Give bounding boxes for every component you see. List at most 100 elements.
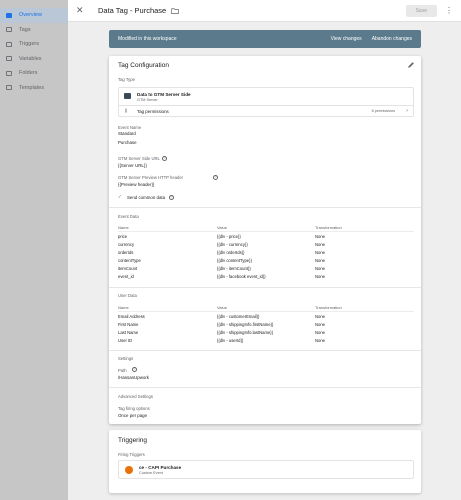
cell-name: currency <box>118 242 135 247</box>
card-title: Tag Configuration <box>118 62 169 69</box>
triggering-card[interactable]: Triggering Firing Triggers ce - CAPI Pur… <box>109 430 421 493</box>
user-data-label: User Data <box>118 293 137 298</box>
sidebar-item-label: Tags <box>19 26 31 33</box>
sidebar-item-triggers[interactable]: Triggers <box>0 37 68 52</box>
cell-transformation: None <box>315 250 326 255</box>
event-name-mode: Standard <box>118 131 136 136</box>
path-label: Path <box>118 368 127 373</box>
divider <box>109 207 421 208</box>
variable-icon <box>6 56 12 62</box>
column-header-value: Value <box>217 305 227 310</box>
cell-name: Last Name <box>118 330 139 335</box>
help-icon[interactable]: ? <box>132 367 137 372</box>
divider <box>109 387 421 388</box>
trigger-item[interactable]: ce - CAPI Purchase Custom Event <box>118 460 414 479</box>
firing-triggers-label: Firing Triggers <box>118 452 145 457</box>
cell-transformation: None <box>315 322 326 327</box>
cell-value: {{dlv - price}} <box>217 234 241 239</box>
cell-transformation: None <box>315 274 326 279</box>
cell-transformation: None <box>315 266 326 271</box>
server-url-value: {{Server URL}} <box>118 163 147 168</box>
trigger-name: ce - CAPI Purchase <box>139 465 182 470</box>
template-icon <box>6 85 12 91</box>
divider <box>109 287 421 288</box>
help-icon[interactable]: ? <box>213 175 218 180</box>
abandon-changes-button[interactable]: Abandon changes <box>372 36 412 42</box>
sidebar-item-label: Folders <box>19 70 38 77</box>
tag-permissions-row[interactable]: ⚷ Tag permissions 6 permissions › <box>119 105 413 116</box>
preview-header-value: {{Preview header}} <box>118 182 155 187</box>
cell-transformation: None <box>315 338 326 343</box>
cell-value: {{dlv - itemCount}} <box>217 266 251 271</box>
divider <box>118 311 414 312</box>
cell-value: {{dlv - shippingInfo.lastName}} <box>217 330 274 335</box>
server-icon <box>124 93 131 99</box>
tag-icon <box>6 27 12 33</box>
close-icon[interactable]: ✕ <box>76 5 88 16</box>
folder-icon <box>6 70 12 76</box>
more-vert-icon[interactable]: ⋮ <box>445 6 453 15</box>
cell-value: {{dlv orderIds}} <box>217 250 245 255</box>
cell-name: Email Address <box>118 314 145 319</box>
cell-transformation: None <box>315 314 326 319</box>
sidebar-item-templates[interactable]: Templates <box>0 81 68 96</box>
cell-name: User ID <box>118 338 133 343</box>
column-header-transformation: Transformation <box>315 225 342 230</box>
cell-value: {{dlv contentType}} <box>217 258 252 263</box>
tag-configuration-card[interactable]: Tag Configuration Tag Type Data to GTM S… <box>109 56 421 424</box>
divider <box>118 231 414 232</box>
permissions-label: Tag permissions <box>137 109 169 114</box>
cell-transformation: None <box>315 242 326 247</box>
sidebar-item-label: Overview <box>19 12 42 19</box>
divider <box>109 350 421 351</box>
sidebar-item-variables[interactable]: Variables <box>0 52 68 67</box>
firing-options-value: Once per page <box>118 413 148 418</box>
send-common-data-label: Send common data <box>127 195 166 200</box>
key-icon: ⚷ <box>124 108 128 114</box>
sidebar-item-label: Triggers <box>19 41 39 48</box>
cell-value: {{dlv - userId}} <box>217 338 244 343</box>
path-value: /HassanUpwork <box>118 375 149 380</box>
card-title: Triggering <box>118 437 148 444</box>
overview-icon <box>6 12 12 18</box>
page-title[interactable]: Data Tag - Purchase <box>98 6 166 15</box>
chevron-right-icon: › <box>406 107 408 114</box>
tag-type-subtitle: GTM Server <box>137 97 158 102</box>
custom-event-icon <box>125 466 133 474</box>
sidebar-item-folders[interactable]: Folders <box>0 66 68 81</box>
column-header-name: Name <box>118 225 129 230</box>
cell-transformation: None <box>315 234 326 239</box>
banner-text: Modified in this workspace <box>118 36 177 42</box>
cell-name: orderIds <box>118 250 134 255</box>
checkmark-icon: ✓ <box>118 194 122 199</box>
folder-icon[interactable] <box>171 7 179 14</box>
advanced-settings-label: Advanced Settings <box>118 394 153 399</box>
trigger-icon <box>6 41 12 47</box>
cell-value: {{dlv - customerEmail}} <box>217 314 260 319</box>
save-button[interactable]: Save <box>405 4 437 17</box>
server-url-label: GTM Server Side URL <box>118 156 160 161</box>
sidebar-item-overview[interactable]: Overview <box>0 8 68 23</box>
panel-header: ✕ Data Tag - Purchase Save ⋮ <box>68 0 461 22</box>
help-icon[interactable]: ? <box>162 156 167 161</box>
column-header-transformation: Transformation <box>315 305 342 310</box>
trigger-type: Custom Event <box>139 471 163 475</box>
column-header-value: Value <box>217 225 227 230</box>
help-icon[interactable]: ? <box>169 195 174 200</box>
settings-label: Settings <box>118 356 134 361</box>
sidebar-item-tags[interactable]: Tags <box>0 23 68 38</box>
cell-value: {{dlv - facebook event_id}} <box>217 274 266 279</box>
sidebar-item-label: Templates <box>19 84 45 91</box>
view-changes-button[interactable]: View changes <box>331 36 362 42</box>
event-name-value: Purchase <box>118 140 137 145</box>
cell-name: event_id <box>118 274 134 279</box>
edit-pencil-icon[interactable] <box>407 61 415 69</box>
event-name-label: Event Name <box>118 125 142 130</box>
firing-options-label: Tag firing options <box>118 406 150 411</box>
cell-transformation: None <box>315 258 326 263</box>
tag-type-box[interactable]: Data to GTM Server Side GTM Server ⚷ Tag… <box>118 87 414 117</box>
cell-name: contentType <box>118 258 141 263</box>
cell-value: {{dlv - shippingInfo.firstName}} <box>217 322 274 327</box>
cell-transformation: None <box>315 330 326 335</box>
cell-value: {{dlv - currency}} <box>217 242 248 247</box>
